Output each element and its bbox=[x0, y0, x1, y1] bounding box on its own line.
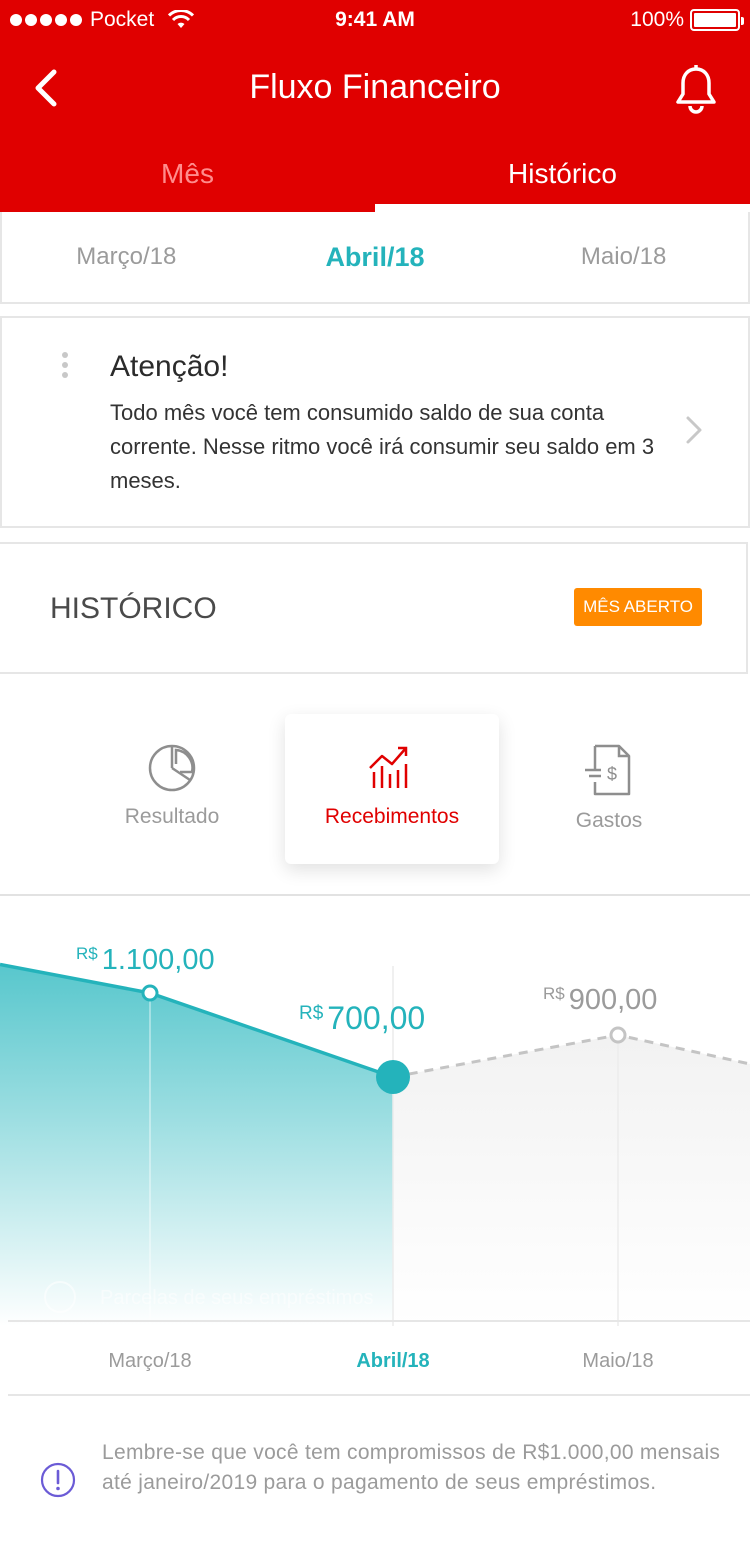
data-label-0: R$ 1.100,00 bbox=[76, 944, 215, 976]
month-current[interactable]: Abril/18 bbox=[251, 242, 500, 273]
category-gastos[interactable]: $ Gastos bbox=[502, 714, 716, 864]
status-bar: Pocket 9:41 AM 100% bbox=[0, 0, 750, 40]
notifications-button[interactable] bbox=[674, 64, 718, 114]
history-chart: Parcelas de seus empréstimos R$ 1.100,00 R$… bbox=[0, 896, 750, 1326]
bell-icon bbox=[676, 65, 716, 114]
line-chart: Parcelas de seus empréstimos R$ 1.100,00 R$… bbox=[0, 944, 750, 1326]
battery-percent: 100% bbox=[630, 8, 684, 31]
data-label-2: R$ 900,00 bbox=[543, 984, 657, 1016]
history-header: HISTÓRICO MÊS ABERTO bbox=[0, 542, 748, 674]
growth-bars-icon bbox=[369, 746, 408, 788]
pie-chart-icon bbox=[148, 744, 196, 792]
tab-historico[interactable]: Histórico bbox=[375, 146, 750, 212]
app-header: Pocket 9:41 AM 100% Fluxo Financeiro Mês… bbox=[0, 0, 750, 212]
x-tick-label-2: Maio/18 bbox=[582, 1350, 654, 1372]
alert-card[interactable]: Atenção! Todo mês você tem consumido sal… bbox=[0, 316, 750, 528]
battery-icon bbox=[690, 9, 744, 31]
future-area bbox=[393, 1035, 750, 1326]
page-title: Fluxo Financeiro bbox=[249, 68, 501, 106]
data-point-2 bbox=[609, 1026, 627, 1044]
chart-overlay-text: Parcelas de seus empréstimos bbox=[100, 1287, 373, 1309]
x-axis-line bbox=[8, 1320, 750, 1322]
tab-mes[interactable]: Mês bbox=[0, 146, 375, 212]
x-tick-label-1: Abril/18 bbox=[356, 1350, 430, 1372]
more-vertical-icon[interactable] bbox=[60, 352, 70, 384]
invoice-icon: $ bbox=[585, 744, 631, 796]
category-resultado[interactable]: Resultado bbox=[65, 714, 279, 864]
alert-text: Todo mês você tem consumido saldo de sua… bbox=[110, 400, 655, 493]
history-title: HISTÓRICO bbox=[50, 592, 217, 625]
status-badge: MÊS ABERTO bbox=[574, 588, 702, 626]
data-label-1: R$ 700,00 bbox=[299, 1000, 425, 1036]
data-point-0 bbox=[141, 984, 159, 1002]
category-recebimentos[interactable]: Recebimentos bbox=[285, 714, 499, 864]
divider bbox=[8, 1394, 750, 1396]
category-label-recebimentos: Recebimentos bbox=[324, 805, 460, 828]
svg-text:$: $ bbox=[607, 764, 617, 784]
status-right: 100% bbox=[630, 8, 744, 32]
alert-title: Atenção! bbox=[110, 350, 229, 383]
data-point-1 bbox=[376, 1060, 410, 1094]
month-next[interactable]: Maio/18 bbox=[499, 243, 748, 271]
month-prev[interactable]: Março/18 bbox=[2, 243, 251, 271]
category-label-resultado: Resultado bbox=[124, 805, 220, 828]
info-icon bbox=[40, 1462, 76, 1498]
x-tick-label-0: Março/18 bbox=[108, 1350, 192, 1372]
chevron-right-icon[interactable] bbox=[682, 410, 706, 450]
category-selector: Resultado Recebimentos $ Gastos bbox=[0, 674, 750, 896]
month-selector: Março/18 Abril/18 Maio/18 bbox=[0, 212, 750, 304]
reminder-text: Lembre-se que você tem compromissos de R… bbox=[102, 1441, 721, 1494]
tab-bar: Mês Histórico bbox=[0, 146, 750, 212]
x-axis: Março/18 Abril/18 Maio/18 bbox=[0, 1340, 750, 1380]
category-label-gastos: Gastos bbox=[575, 809, 643, 832]
